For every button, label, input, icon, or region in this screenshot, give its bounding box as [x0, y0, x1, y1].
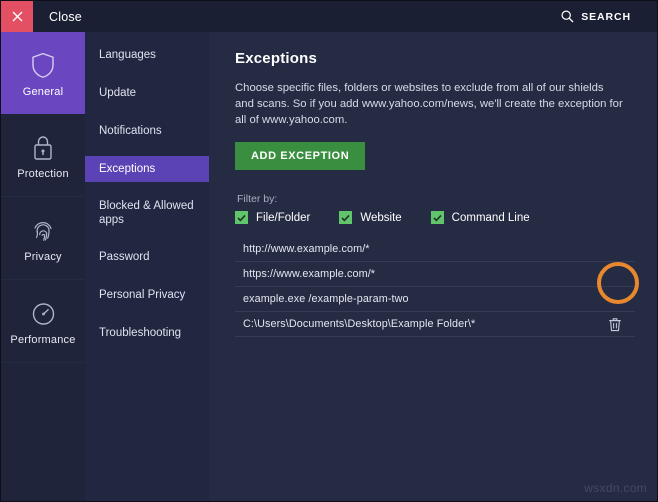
sidebar-item-label: Privacy — [24, 251, 61, 263]
sidebar-item-label: Protection — [17, 168, 69, 180]
checkbox-checked-icon[interactable] — [339, 211, 352, 224]
row-actions — [605, 312, 625, 336]
exception-path: http://www.example.com/* — [243, 243, 370, 255]
primary-sidebar: General Protection — [1, 32, 85, 502]
filter-command-line[interactable]: Command Line — [431, 211, 530, 224]
exception-path: C:\Users\Documents\Desktop\Example Folde… — [243, 318, 475, 330]
subnav-item-notifications[interactable]: Notifications — [85, 118, 209, 144]
search-button[interactable]: SEARCH — [561, 10, 631, 23]
sidebar-item-label: Performance — [10, 334, 75, 346]
watermark: wsxdn.com — [584, 481, 647, 495]
sidebar-item-protection[interactable]: Protection — [1, 114, 85, 197]
close-label[interactable]: Close — [49, 10, 82, 24]
filter-file-folder[interactable]: File/Folder — [235, 211, 310, 224]
subnav-item-troubleshooting[interactable]: Troubleshooting — [85, 320, 209, 346]
exception-path: example.exe /example-param-two — [243, 293, 409, 305]
add-exception-button[interactable]: ADD EXCEPTION — [235, 142, 365, 170]
exception-path: https://www.example.com/* — [243, 268, 375, 280]
checkbox-checked-icon[interactable] — [431, 211, 444, 224]
table-row[interactable]: example.exe /example-param-two — [235, 287, 635, 312]
subnav-item-password[interactable]: Password — [85, 244, 209, 270]
table-row[interactable]: http://www.example.com/* — [235, 237, 635, 262]
title-bar: Close SEARCH — [1, 1, 658, 32]
table-row[interactable]: https://www.example.com/* — [235, 262, 635, 287]
sidebar-item-privacy[interactable]: Privacy — [1, 197, 85, 280]
app-window: Close SEARCH General — [0, 0, 658, 502]
close-x-icon — [12, 11, 23, 22]
filter-label-command-line: Command Line — [452, 212, 530, 224]
close-button[interactable] — [1, 1, 33, 32]
exceptions-list: http://www.example.com/* https://www.exa… — [235, 237, 635, 337]
shield-icon — [31, 49, 55, 83]
trash-icon[interactable] — [605, 314, 625, 334]
filter-website[interactable]: Website — [339, 211, 401, 224]
filter-label-file-folder: File/Folder — [256, 212, 310, 224]
search-label: SEARCH — [581, 11, 631, 23]
subnav-item-exceptions[interactable]: Exceptions — [85, 156, 209, 182]
subnav-item-personal-privacy[interactable]: Personal Privacy — [85, 282, 209, 308]
sidebar-item-label: General — [23, 86, 64, 98]
gauge-icon — [31, 297, 56, 331]
filter-options: File/Folder Website Command Line — [235, 211, 635, 224]
table-row[interactable]: C:\Users\Documents\Desktop\Example Folde… — [235, 312, 635, 337]
sidebar-item-general[interactable]: General — [1, 32, 85, 114]
main-content: Exceptions Choose specific files, folder… — [209, 32, 658, 502]
search-icon — [561, 10, 574, 23]
filter-label: Filter by: — [237, 193, 635, 205]
page-description: Choose specific files, folders or websit… — [235, 80, 625, 128]
subnav-item-update[interactable]: Update — [85, 80, 209, 106]
fingerprint-icon — [31, 214, 55, 248]
subnav-item-languages[interactable]: Languages — [85, 42, 209, 68]
checkbox-checked-icon[interactable] — [235, 211, 248, 224]
page-title: Exceptions — [235, 50, 635, 67]
secondary-sidebar: Languages Update Notifications Exception… — [85, 32, 209, 502]
lock-icon — [32, 131, 54, 165]
sidebar-item-performance[interactable]: Performance — [1, 280, 85, 363]
subnav-item-blocked-allowed-apps[interactable]: Blocked & Allowed apps — [85, 194, 209, 232]
filter-label-website: Website — [360, 212, 401, 224]
